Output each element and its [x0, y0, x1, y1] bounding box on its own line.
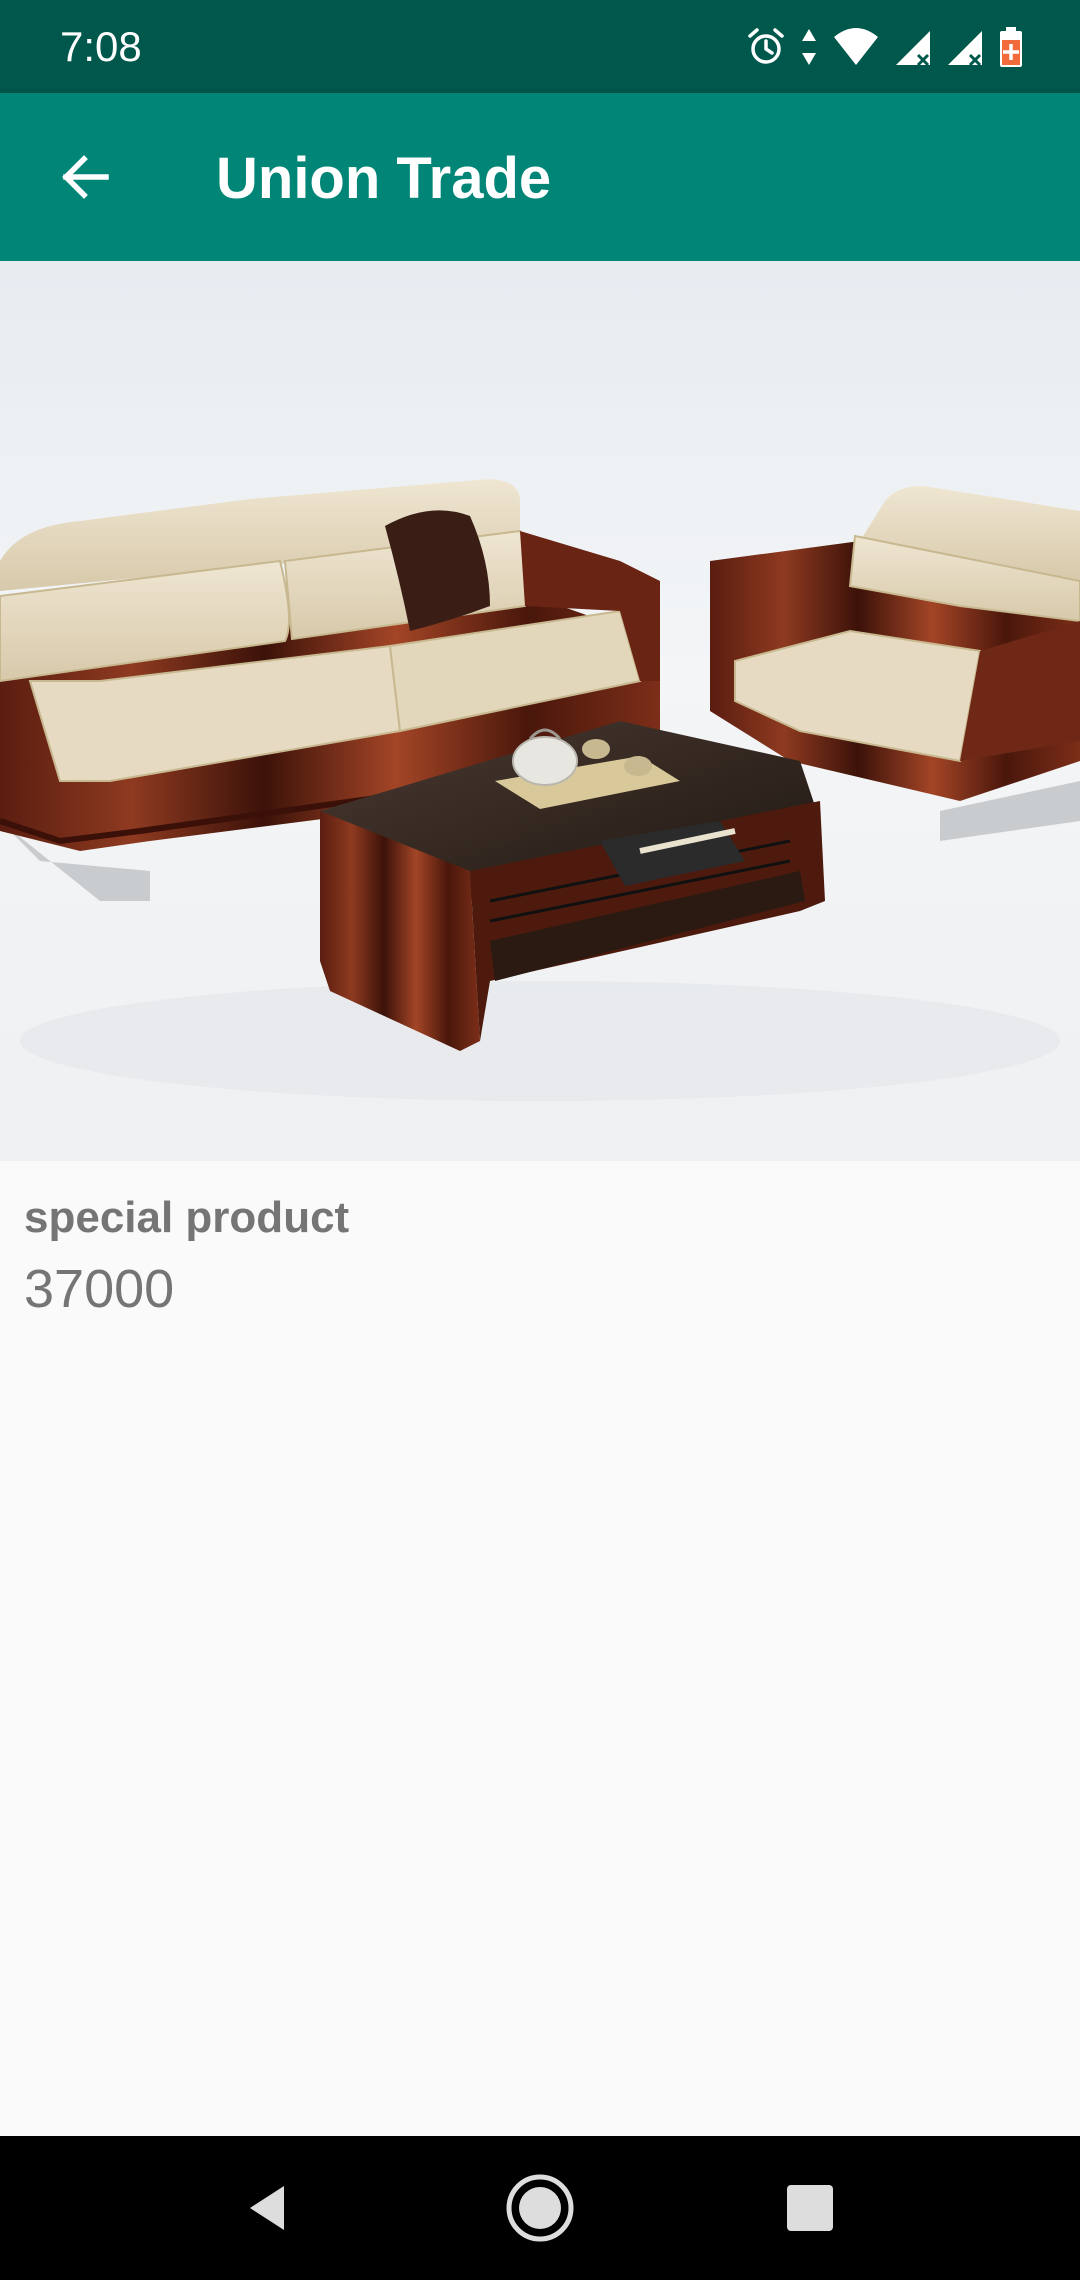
wifi-icon	[834, 28, 878, 65]
battery-charging-icon	[1000, 27, 1022, 67]
recents-square-icon	[787, 2185, 833, 2231]
arrow-back-icon	[62, 155, 109, 199]
signal-icon	[896, 31, 930, 67]
product-price: 37000	[24, 1259, 175, 1319]
alarm-icon	[748, 28, 784, 64]
nav-home-button[interactable]	[492, 2160, 588, 2256]
home-circle-icon	[506, 2174, 574, 2242]
back-triangle-icon	[250, 2186, 284, 2230]
product-name: special product	[24, 1193, 350, 1242]
app-bar: Union Trade	[0, 93, 1080, 261]
page-title: Union Trade	[216, 146, 552, 211]
status-icons	[746, 24, 1024, 70]
product-image[interactable]	[0, 261, 1080, 1161]
data-arrows-icon	[802, 29, 816, 65]
nav-recents-button[interactable]	[762, 2160, 858, 2256]
navigation-bar	[0, 2136, 1080, 2280]
signal-icon	[948, 31, 982, 67]
status-bar: 7:08	[0, 0, 1080, 93]
nav-back-button[interactable]	[220, 2160, 316, 2256]
back-button[interactable]	[36, 129, 132, 225]
status-time: 7:08	[60, 23, 142, 70]
